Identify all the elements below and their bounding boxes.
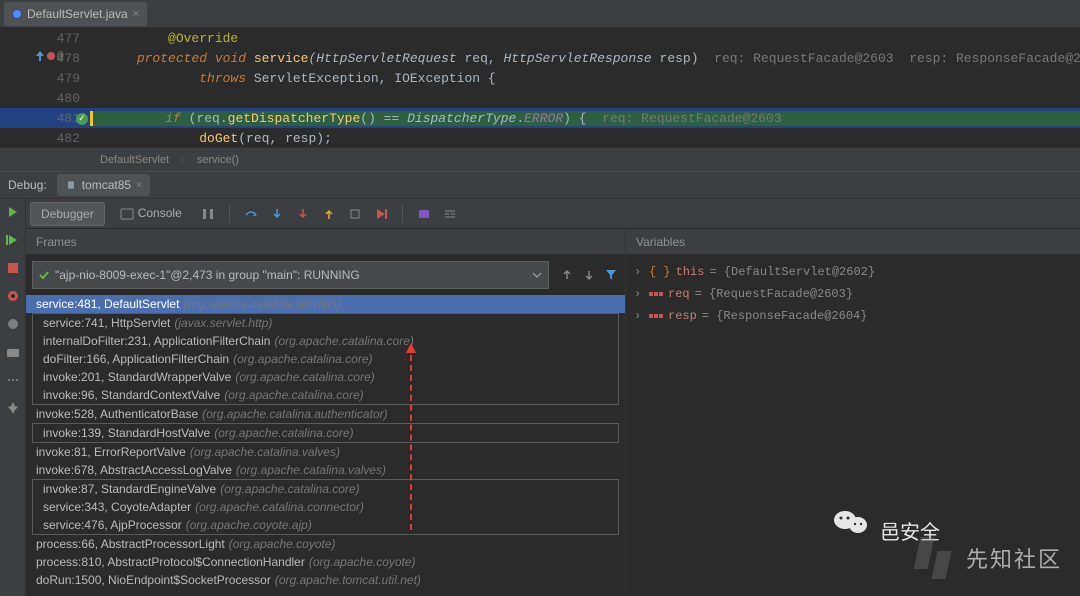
breadcrumb-class[interactable]: DefaultServlet xyxy=(100,154,169,166)
line-number: 480 xyxy=(57,91,80,106)
pin-icon[interactable] xyxy=(6,401,20,415)
camera-icon[interactable] xyxy=(6,345,20,359)
line-number: 477 xyxy=(57,31,80,46)
debug-vertical-toolbar xyxy=(0,199,26,596)
gutter-icons: @ xyxy=(35,51,64,63)
stop-icon[interactable] xyxy=(6,261,20,275)
frame-item[interactable]: process:66, AbstractProcessorLight (org.… xyxy=(26,535,625,553)
breadcrumb: DefaultServlet › service() xyxy=(0,147,1080,171)
frame-item[interactable]: doRun:1500, NioEndpoint$SocketProcessor … xyxy=(26,571,625,589)
chevron-right-icon: › xyxy=(634,309,644,323)
frame-item[interactable]: service:343, CoyoteAdapter (org.apache.c… xyxy=(33,498,618,516)
step-into-icon[interactable] xyxy=(266,203,288,225)
object-icon: { } xyxy=(649,265,671,279)
watermark-logo-icon xyxy=(912,537,963,579)
frame-item[interactable]: internalDoFilter:231, ApplicationFilterC… xyxy=(33,332,618,350)
settings-icon[interactable] xyxy=(6,373,20,387)
thread-selector[interactable]: "ajp-nio-8009-exec-1"@2,473 in group "ma… xyxy=(32,261,549,289)
frames-list[interactable]: service:481, DefaultServlet (org.apache.… xyxy=(26,295,625,596)
chevron-right-icon: › xyxy=(181,154,185,166)
check-icon xyxy=(39,270,49,280)
run-to-cursor-icon[interactable] xyxy=(370,203,392,225)
debug-toolwindow-header: Debug: tomcat85 × xyxy=(0,171,1080,199)
frame-item[interactable]: process:810, AbstractProtocol$Connection… xyxy=(26,553,625,571)
chevron-right-icon: › xyxy=(634,265,644,279)
editor-tab-bar: DefaultServlet.java × xyxy=(0,0,1080,28)
variables-list[interactable]: ›{ }this = {DefaultServlet@2602}›req = {… xyxy=(626,255,1080,333)
frames-panel: Frames "ajp-nio-8009-exec-1"@2,473 in gr… xyxy=(26,229,626,596)
editor-tab-filename: DefaultServlet.java xyxy=(27,7,128,21)
frame-item[interactable]: invoke:201, StandardWrapperValve (org.ap… xyxy=(33,368,618,386)
annotation: @Override xyxy=(168,31,238,46)
close-tab-icon[interactable]: × xyxy=(133,8,139,20)
frame-item[interactable]: invoke:678, AbstractAccessLogValve (org.… xyxy=(26,461,625,479)
line-number: 479 xyxy=(57,71,80,86)
frame-item[interactable]: doFilter:166, ApplicationFilterChain (or… xyxy=(33,350,618,368)
close-session-icon[interactable]: × xyxy=(136,180,142,191)
breadcrumb-method[interactable]: service() xyxy=(197,154,239,166)
chevron-down-icon xyxy=(532,270,542,280)
override-up-icon xyxy=(35,51,45,61)
variable-row[interactable]: ›{ }this = {DefaultServlet@2602} xyxy=(630,261,1076,283)
resume-icon[interactable] xyxy=(6,233,20,247)
frames-header: Frames xyxy=(26,229,625,255)
frame-item[interactable]: invoke:87, StandardEngineValve (org.apac… xyxy=(33,480,618,498)
view-breakpoints-icon[interactable] xyxy=(6,289,20,303)
tab-debugger[interactable]: Debugger xyxy=(30,202,105,226)
debug-session-tab[interactable]: tomcat85 × xyxy=(57,174,150,196)
debugger-tab-toolbar: Debugger Console xyxy=(26,199,1080,229)
mute-breakpoints-icon[interactable] xyxy=(6,317,20,331)
variable-row[interactable]: ›resp = {ResponseFacade@2604} xyxy=(630,305,1076,327)
chevron-right-icon: › xyxy=(634,287,644,301)
drop-frame-icon[interactable] xyxy=(344,203,366,225)
frame-item[interactable]: service:481, DefaultServlet (org.apache.… xyxy=(26,295,625,313)
threads-icon[interactable] xyxy=(197,203,219,225)
frame-item[interactable]: invoke:81, ErrorReportValve (org.apache.… xyxy=(26,443,625,461)
thread-name: "ajp-nio-8009-exec-1"@2,473 in group "ma… xyxy=(55,268,526,282)
debug-label: Debug: xyxy=(8,178,47,192)
force-step-into-icon[interactable] xyxy=(292,203,314,225)
step-over-icon[interactable] xyxy=(240,203,262,225)
next-frame-icon[interactable] xyxy=(583,269,595,281)
frame-item[interactable]: invoke:528, AuthenticatorBase (org.apach… xyxy=(26,405,625,423)
frame-item[interactable]: invoke:139, StandardHostValve (org.apach… xyxy=(33,424,618,442)
wechat-icon xyxy=(833,507,869,537)
editor-tab-defaultservlet[interactable]: DefaultServlet.java × xyxy=(4,2,147,26)
tab-console[interactable]: Console xyxy=(109,201,193,226)
variable-row[interactable]: ›req = {RequestFacade@2603} xyxy=(630,283,1076,305)
code-editor[interactable]: 477 @Override @ 478 protected void servi… xyxy=(0,28,1080,147)
java-file-icon xyxy=(12,9,22,19)
implements-down-icon xyxy=(46,51,56,61)
param-icon xyxy=(649,288,663,300)
annotation-arrow xyxy=(410,345,412,530)
frame-item[interactable]: service:476, AjpProcessor (org.apache.co… xyxy=(33,516,618,534)
rerun-icon[interactable] xyxy=(6,205,20,219)
evaluate-expression-icon[interactable] xyxy=(413,203,435,225)
trace-icon[interactable] xyxy=(439,203,461,225)
breakpoint-verified-icon[interactable] xyxy=(76,113,88,125)
prev-frame-icon[interactable] xyxy=(561,269,573,281)
param-icon xyxy=(649,310,663,322)
filter-icon[interactable] xyxy=(605,269,617,281)
console-icon xyxy=(120,207,134,221)
line-number: 482 xyxy=(57,131,80,146)
run-config-name: tomcat85 xyxy=(82,178,131,192)
variables-header: Variables xyxy=(626,229,1080,255)
frame-item[interactable]: invoke:96, StandardContextValve (org.apa… xyxy=(33,386,618,404)
xianzhi-watermark: 先知社区 xyxy=(916,537,1062,579)
frame-item[interactable]: service:741, HttpServlet (javax.servlet.… xyxy=(33,314,618,332)
step-out-icon[interactable] xyxy=(318,203,340,225)
tomcat-icon xyxy=(65,179,77,191)
